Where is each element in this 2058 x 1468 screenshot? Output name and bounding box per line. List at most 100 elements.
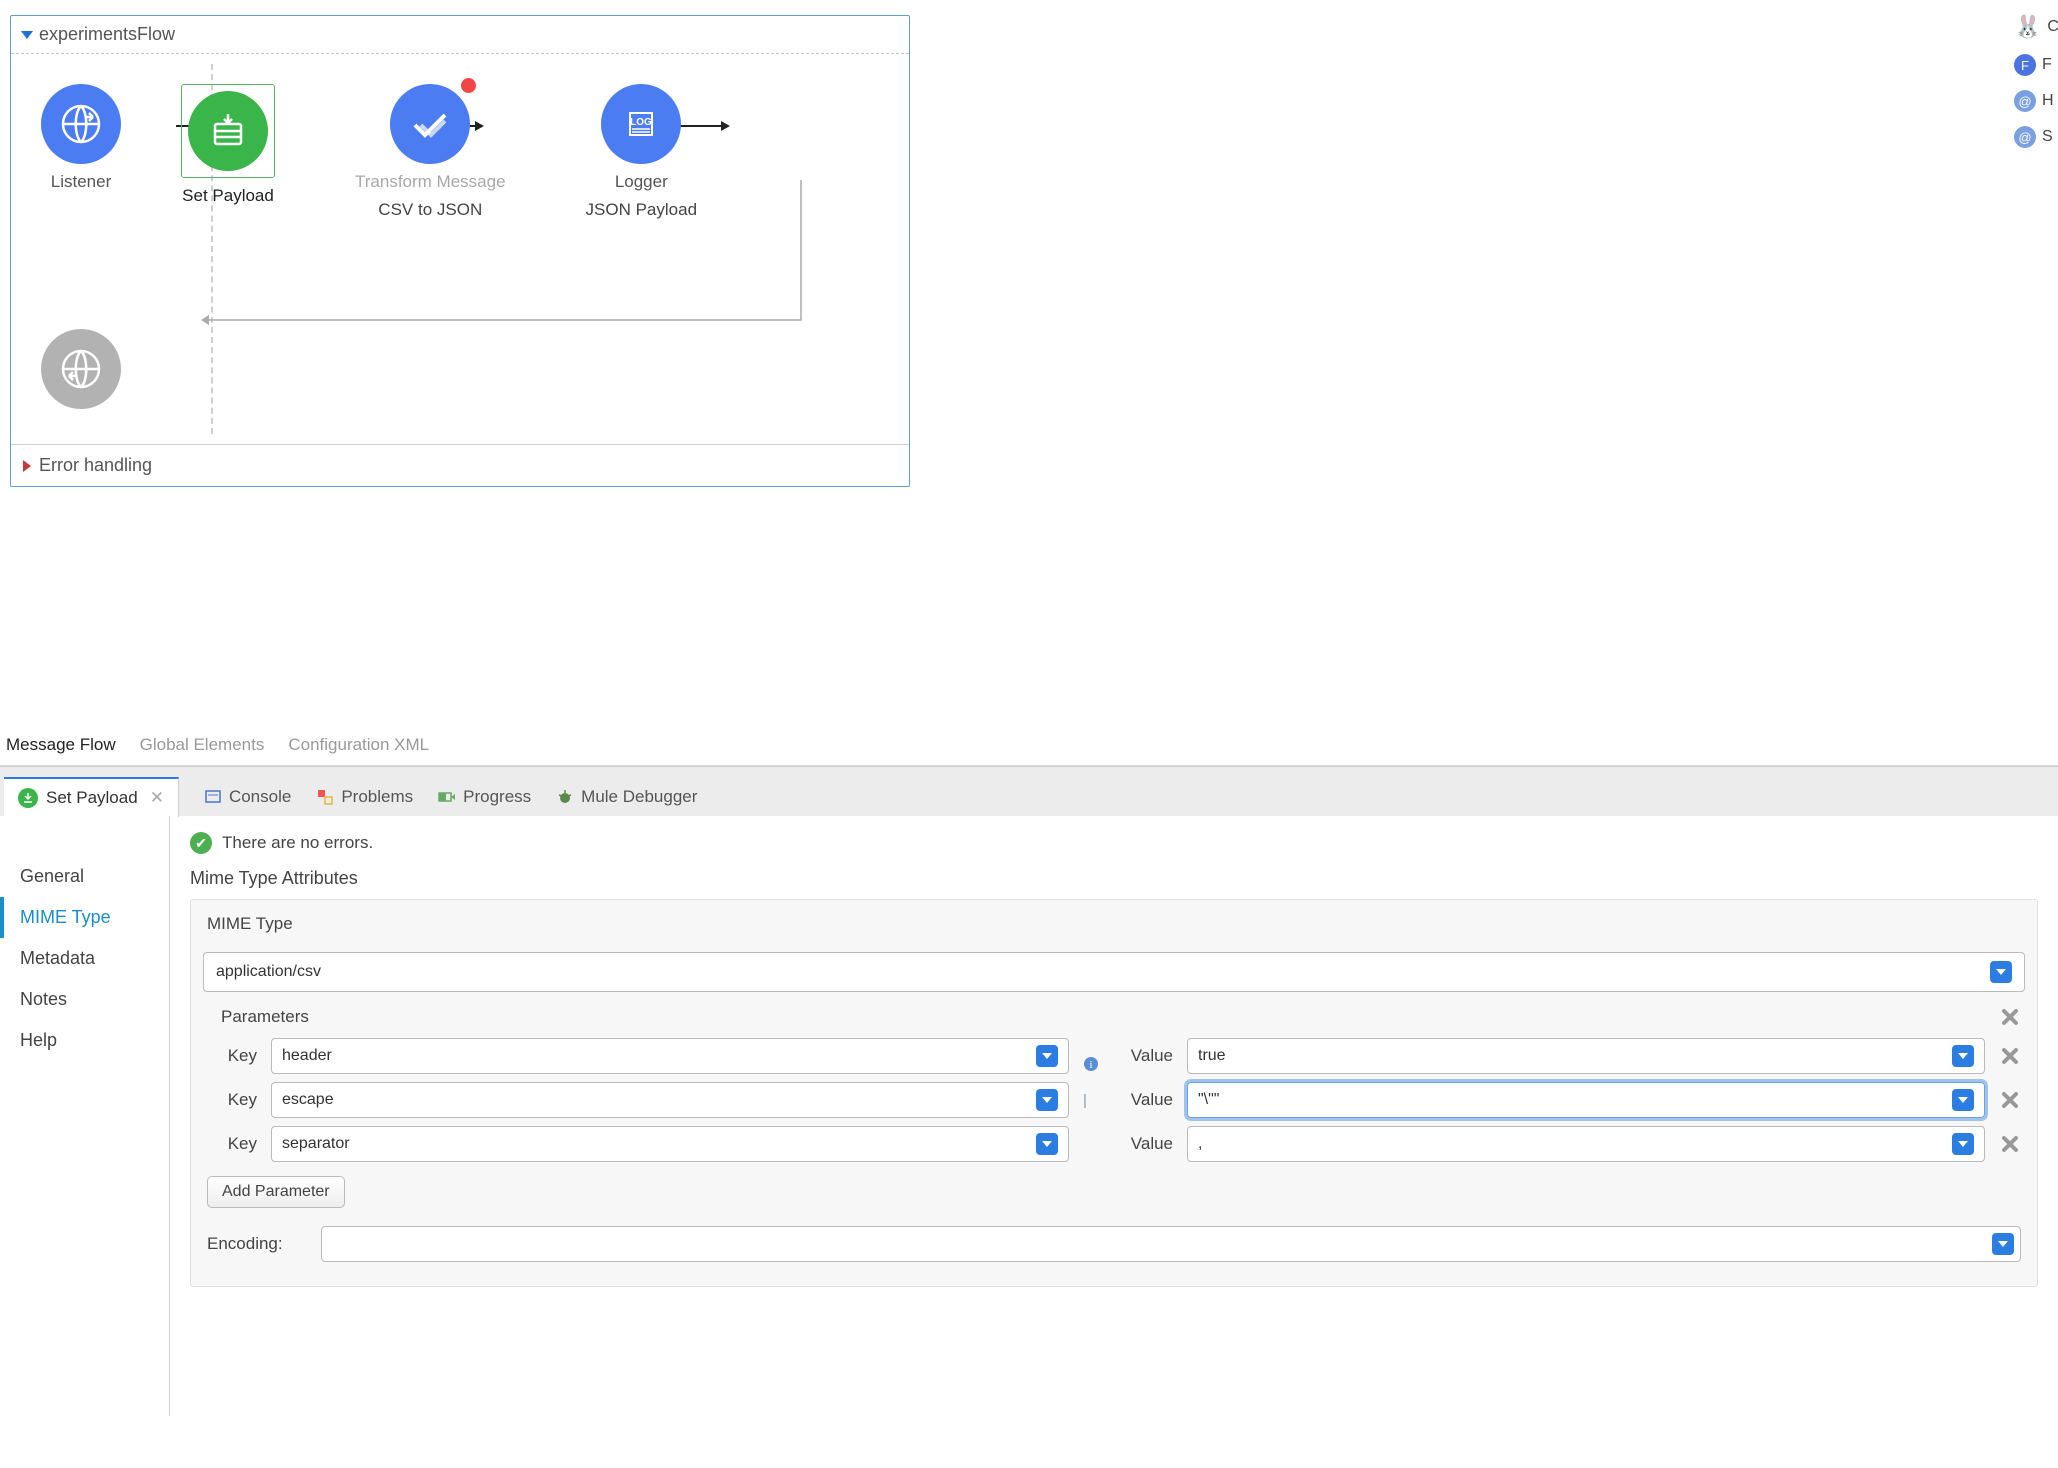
file-icon: F xyxy=(2014,54,2036,76)
node-subtitle: JSON Payload xyxy=(586,200,698,220)
dropdown-icon[interactable] xyxy=(1952,1045,1974,1067)
param-key-select[interactable]: separator xyxy=(271,1126,1069,1162)
error-handling-label: Error handling xyxy=(39,455,152,476)
sidebar-item-help[interactable]: Help xyxy=(0,1020,169,1061)
right-item-f[interactable]: FF xyxy=(2014,54,2054,76)
tab-progress[interactable]: Progress xyxy=(437,787,531,807)
node-set-payload[interactable]: Set Payload xyxy=(181,84,275,206)
sidebar-item-general[interactable]: General xyxy=(0,856,169,897)
param-value-select[interactable]: true xyxy=(1187,1038,1985,1074)
right-toolbar: 🐰C FF @H @S xyxy=(2010,10,2058,152)
error-indicator-icon xyxy=(461,78,476,93)
dropdown-icon[interactable] xyxy=(1952,1133,1974,1155)
transform-icon xyxy=(390,84,470,164)
add-parameter-button[interactable]: Add Parameter xyxy=(207,1176,345,1208)
status-row: ✔ There are no errors. xyxy=(190,832,2038,854)
svg-text:LOG: LOG xyxy=(630,117,652,128)
tab-console[interactable]: Console xyxy=(203,787,291,807)
error-handling-section[interactable]: Error handling xyxy=(11,444,909,486)
sidebar-item-metadata[interactable]: Metadata xyxy=(0,938,169,979)
tab-config-xml[interactable]: Configuration XML xyxy=(288,735,429,755)
node-logger[interactable]: LOG Logger JSON Payload xyxy=(586,84,698,220)
node-label: Logger xyxy=(615,172,668,192)
right-item-h[interactable]: @H xyxy=(2014,90,2054,112)
section-title: Mime Type Attributes xyxy=(190,868,2038,889)
flow-canvas: experimentsFlow Listener Set Payload xyxy=(0,0,2058,725)
collapse-icon[interactable] xyxy=(21,31,33,39)
tab-mule-debugger[interactable]: Mule Debugger xyxy=(555,787,697,807)
help-icon: @ xyxy=(2014,90,2036,112)
right-item-s[interactable]: @S xyxy=(2014,126,2054,148)
node-listener[interactable]: Listener xyxy=(41,84,121,192)
payload-icon xyxy=(188,91,268,171)
parameters-label: Parameters xyxy=(221,1007,309,1027)
dropdown-icon[interactable] xyxy=(1990,961,2012,983)
mime-groupbox: MIME Type application/csv Parameters Key… xyxy=(190,899,2038,1287)
progress-icon xyxy=(437,787,457,807)
node-response[interactable] xyxy=(41,329,121,409)
parameter-row: Key escape | Value "\"" xyxy=(203,1078,2025,1122)
sidebar-item-notes[interactable]: Notes xyxy=(0,979,169,1020)
dropdown-icon[interactable] xyxy=(1952,1089,1974,1111)
close-icon[interactable]: ✕ xyxy=(150,788,164,808)
properties-sidebar: General MIME Type Metadata Notes Help xyxy=(0,816,170,1416)
set-payload-tab-icon xyxy=(18,788,38,808)
delete-row-icon[interactable] xyxy=(1999,1133,2021,1155)
mime-type-select[interactable]: application/csv xyxy=(203,952,2025,992)
encoding-row: Encoding: xyxy=(203,1218,2025,1270)
node-label: Set Payload xyxy=(182,186,274,206)
flow-container[interactable]: experimentsFlow Listener Set Payload xyxy=(10,15,910,487)
settings-icon: @ xyxy=(2014,126,2036,148)
remove-all-icon[interactable] xyxy=(1999,1006,2021,1028)
tab-set-payload[interactable]: Set Payload ✕ xyxy=(4,777,179,817)
selection-box xyxy=(181,84,275,178)
delete-row-icon[interactable] xyxy=(1999,1045,2021,1067)
logger-icon: LOG xyxy=(601,84,681,164)
globe-icon xyxy=(41,84,121,164)
flow-title: experimentsFlow xyxy=(39,24,175,45)
info-icon: i xyxy=(1083,1056,1099,1072)
flow-body: Listener Set Payload xyxy=(11,54,909,444)
problems-icon xyxy=(315,787,335,807)
properties-body: General MIME Type Metadata Notes Help ✔ … xyxy=(0,816,2058,1416)
debugger-icon xyxy=(555,787,575,807)
check-icon: ✔ xyxy=(190,832,212,854)
param-key-select[interactable]: header xyxy=(271,1038,1069,1074)
node-transform[interactable]: Transform Message CSV to JSON xyxy=(355,84,506,220)
param-value-select[interactable]: "\"" xyxy=(1187,1082,1985,1118)
encoding-select[interactable] xyxy=(321,1226,2021,1262)
properties-content: ✔ There are no errors. Mime Type Attribu… xyxy=(170,816,2058,1416)
parameters-header: Parameters xyxy=(203,992,2025,1034)
mime-label: MIME Type xyxy=(203,906,2025,942)
expand-icon[interactable] xyxy=(23,460,31,472)
svg-text:i: i xyxy=(1089,1059,1092,1071)
tab-message-flow[interactable]: Message Flow xyxy=(6,735,116,755)
rabbit-icon: 🐰 xyxy=(2014,14,2041,40)
param-key-select[interactable]: escape xyxy=(271,1082,1069,1118)
value-label: Value xyxy=(1113,1046,1173,1066)
dropdown-icon[interactable] xyxy=(1036,1045,1058,1067)
key-label: Key xyxy=(207,1134,257,1154)
sidebar-item-mime-type[interactable]: MIME Type xyxy=(0,897,169,938)
value-label: Value xyxy=(1113,1134,1173,1154)
dropdown-icon[interactable] xyxy=(1036,1089,1058,1111)
mime-type-value: application/csv xyxy=(216,963,321,981)
editor-tabs: Message Flow Global Elements Configurati… xyxy=(0,725,2058,766)
key-label: Key xyxy=(207,1046,257,1066)
flow-header[interactable]: experimentsFlow xyxy=(11,16,909,54)
node-label: Transform Message xyxy=(355,172,506,192)
tab-global-elements[interactable]: Global Elements xyxy=(140,735,265,755)
parameter-row: Key header i Value true xyxy=(203,1034,2025,1078)
node-subtitle: CSV to JSON xyxy=(378,200,482,220)
status-message: There are no errors. xyxy=(222,833,373,853)
param-value-select[interactable]: , xyxy=(1187,1126,1985,1162)
right-item-c[interactable]: 🐰C xyxy=(2014,14,2054,40)
tab-problems[interactable]: Problems xyxy=(315,787,413,807)
encoding-label: Encoding: xyxy=(207,1234,307,1254)
dropdown-icon[interactable] xyxy=(1036,1133,1058,1155)
properties-tabs: Set Payload ✕ Console Problems Progress … xyxy=(0,766,2058,816)
delete-row-icon[interactable] xyxy=(1999,1089,2021,1111)
parameter-row: Key separator Value , xyxy=(203,1122,2025,1166)
dropdown-icon[interactable] xyxy=(1992,1233,2014,1255)
key-label: Key xyxy=(207,1090,257,1110)
